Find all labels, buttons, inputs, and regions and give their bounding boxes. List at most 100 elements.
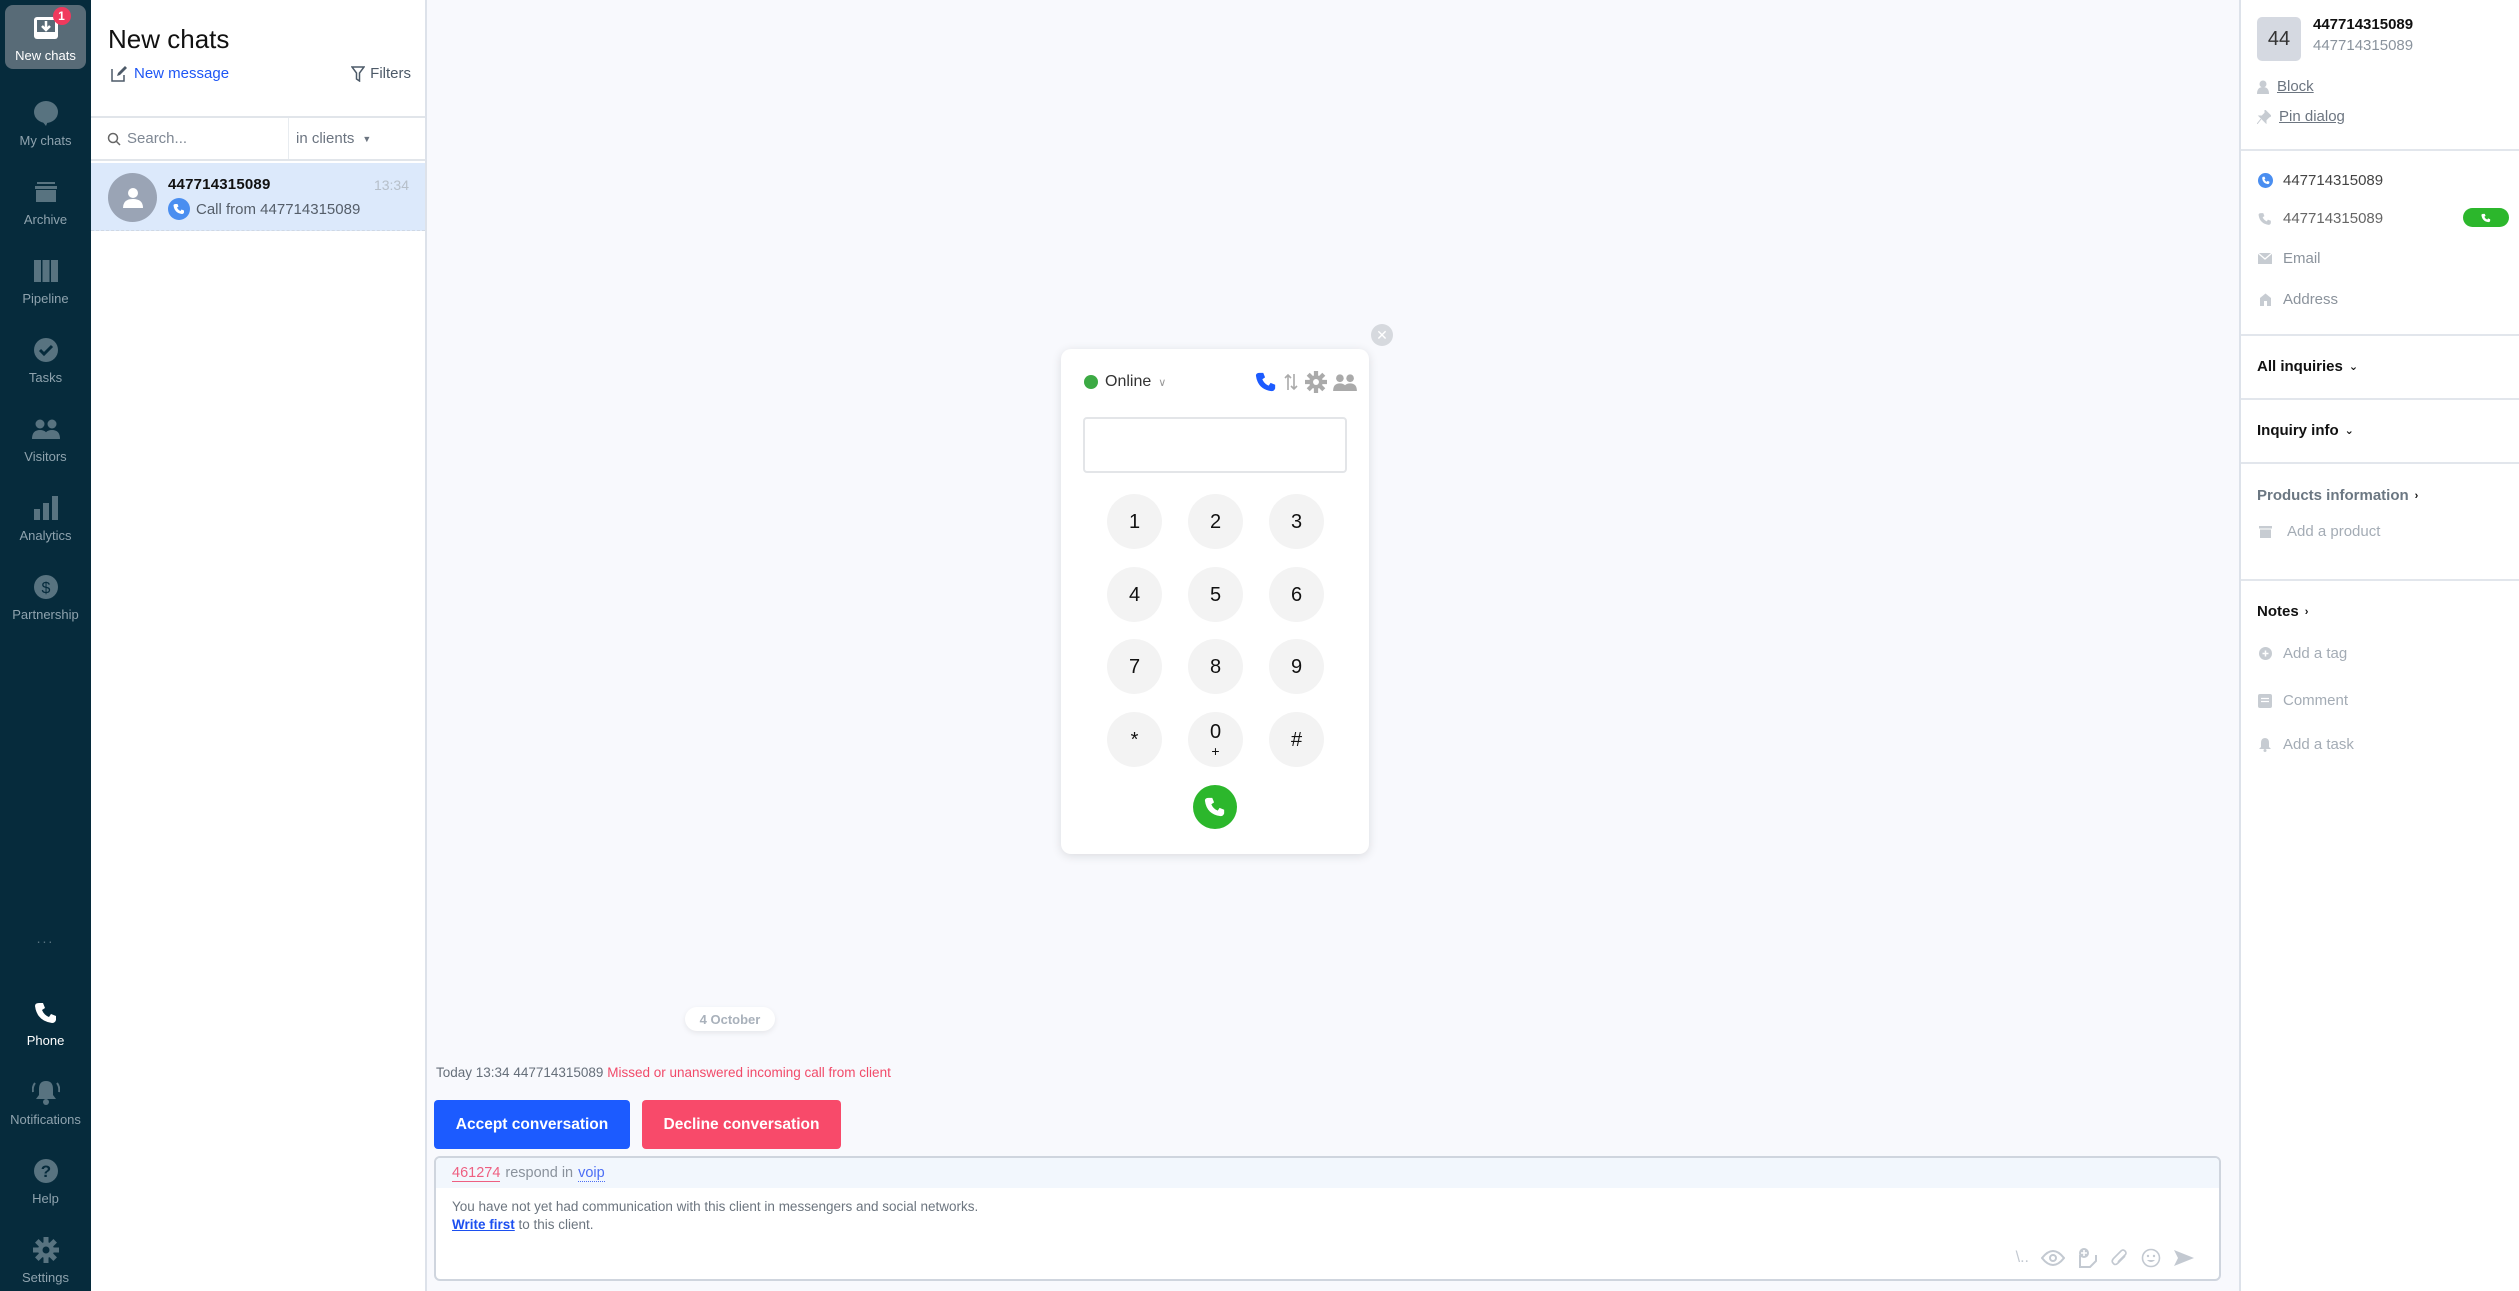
filter-icon	[351, 65, 366, 82]
keypad-key[interactable]: 6	[1269, 567, 1324, 622]
date-separator: 4 October	[685, 1007, 775, 1031]
nav-label: Archive	[23, 212, 68, 227]
keypad-key[interactable]: 5	[1188, 567, 1243, 622]
help-icon: ?	[31, 1156, 61, 1186]
add-tag-label: Add a tag	[2283, 645, 2348, 662]
quick-reply-icon[interactable]: \..	[2016, 1249, 2029, 1267]
nav-item-phone[interactable]: Phone	[5, 990, 86, 1054]
dial-number-input[interactable]	[1083, 417, 1347, 473]
contact-email[interactable]: Email	[2257, 250, 2507, 267]
key-digit: *	[1130, 728, 1139, 751]
divider	[2241, 149, 2519, 151]
dollar-icon: $	[31, 572, 61, 602]
bar-chart-icon	[31, 493, 61, 523]
phone-number: 447714315089	[2283, 210, 2384, 227]
nav-label: Partnership	[12, 607, 79, 622]
call-button[interactable]	[1193, 785, 1237, 829]
sticker-add-icon[interactable]	[2077, 1247, 2099, 1269]
filters-button[interactable]: Filters	[351, 65, 411, 82]
paperclip-icon[interactable]	[2111, 1248, 2129, 1268]
pin-dialog-link[interactable]: Pin dialog	[2257, 108, 2345, 125]
contact-address[interactable]: Address	[2257, 291, 2507, 308]
add-tag-button[interactable]: Add a tag	[2257, 645, 2347, 662]
more-nav-button[interactable]: ...	[0, 930, 91, 946]
inquiry-info-toggle[interactable]: Inquiry info ⌄	[2257, 422, 2354, 439]
call-event-message: Today 13:34 447714315089 Missed or unans…	[436, 1065, 891, 1080]
keypad-key[interactable]: *	[1107, 712, 1162, 767]
keypad-key[interactable]: 3	[1269, 494, 1324, 549]
call-client-button[interactable]	[2463, 208, 2509, 227]
dialer-phone-tab[interactable]	[1255, 371, 1277, 393]
all-inquiries-label: All inquiries	[2257, 358, 2343, 375]
nav-item-partnership[interactable]: $ Partnership	[5, 564, 86, 628]
products-information-toggle[interactable]: Products information ›	[2257, 487, 2418, 504]
dialer-contacts-button[interactable]	[1333, 373, 1357, 391]
search-input[interactable]	[127, 130, 277, 147]
transfer-button[interactable]	[1283, 372, 1299, 392]
add-task-button[interactable]: Add a task	[2257, 736, 2354, 753]
users-icon	[31, 414, 61, 444]
nav-item-analytics[interactable]: Analytics	[5, 485, 86, 549]
nav-item-visitors[interactable]: Visitors	[5, 406, 86, 470]
archive-icon	[31, 177, 61, 207]
nav-item-new-chats[interactable]: 1 New chats	[5, 5, 86, 69]
key-digit: #	[1290, 728, 1303, 751]
decline-conversation-button[interactable]: Decline conversation	[642, 1100, 841, 1149]
block-client-link[interactable]: Block	[2257, 78, 2314, 95]
comment-button[interactable]: Comment	[2257, 692, 2348, 709]
nav-item-help[interactable]: ? Help	[5, 1148, 86, 1212]
keypad-key[interactable]: 4	[1107, 567, 1162, 622]
send-icon[interactable]	[2173, 1249, 2195, 1267]
eye-icon[interactable]	[2041, 1250, 2065, 1266]
close-dialer-button[interactable]: ✕	[1371, 324, 1393, 346]
emoji-icon[interactable]	[2141, 1248, 2161, 1268]
notes-toggle[interactable]: Notes ›	[2257, 603, 2308, 620]
channel-selector[interactable]: voip	[578, 1165, 605, 1182]
keypad-key[interactable]: 8	[1188, 639, 1243, 694]
phone-dialer: Online ∨ 1 2 3 4 5 6 7 8 9 * 0 + #	[1061, 349, 1369, 854]
online-status-dot	[1084, 375, 1098, 389]
page-title: New chats	[108, 24, 230, 54]
nav-label: Visitors	[24, 449, 67, 464]
phone-icon	[1204, 797, 1225, 817]
divider	[2241, 398, 2519, 400]
keypad-key[interactable]: #	[1269, 712, 1324, 767]
nav-item-settings[interactable]: Settings	[5, 1227, 86, 1291]
write-first-link[interactable]: Write first	[452, 1217, 515, 1232]
contact-voip[interactable]: 447714315089	[2257, 172, 2507, 189]
divider	[2241, 579, 2519, 581]
add-product-label: Add a product	[2287, 523, 2381, 540]
new-message-button[interactable]: New message	[111, 65, 229, 82]
event-from: 447714315089	[513, 1065, 604, 1080]
voip-icon	[2257, 173, 2273, 188]
svg-text:?: ?	[40, 1162, 50, 1181]
keypad-key[interactable]: 7	[1107, 639, 1162, 694]
keypad-key[interactable]: 1	[1107, 494, 1162, 549]
add-product-button[interactable]: Add a product	[2257, 523, 2380, 540]
search-scope-dropdown[interactable]: in clients ▼	[289, 130, 371, 147]
caret-down-icon: ▼	[362, 133, 372, 144]
gear-icon	[31, 1235, 61, 1265]
nav-item-tasks[interactable]: Tasks	[5, 327, 86, 391]
nav-item-my-chats[interactable]: My chats	[5, 90, 86, 154]
comment-icon	[2257, 693, 2273, 708]
status-dropdown[interactable]: Online ∨	[1084, 373, 1166, 391]
nav-item-notifications[interactable]: Notifications	[5, 1069, 86, 1133]
agent-id-link[interactable]: 461274	[452, 1165, 501, 1182]
nav-item-pipeline[interactable]: Pipeline	[5, 248, 86, 312]
key-digit: 6	[1290, 583, 1303, 606]
nav-item-archive[interactable]: Archive	[5, 169, 86, 233]
keypad-key[interactable]: 2	[1188, 494, 1243, 549]
dialer-settings-button[interactable]	[1305, 371, 1327, 393]
all-inquiries-toggle[interactable]: All inquiries ⌄	[2257, 358, 2358, 375]
chat-list-item[interactable]: 447714315089 13:34 Call from 44771431508…	[91, 163, 425, 231]
chevron-down-icon: ∨	[1158, 376, 1167, 389]
filters-label: Filters	[370, 65, 411, 82]
keypad-key[interactable]: 9	[1269, 639, 1324, 694]
compose-icon	[111, 65, 127, 82]
status-value: Online	[1105, 373, 1152, 390]
accept-conversation-button[interactable]: Accept conversation	[434, 1100, 630, 1149]
mail-icon	[2257, 253, 2273, 264]
keypad-key[interactable]: 0 +	[1188, 712, 1243, 767]
main-nav: 1 New chats My chats Archive Pipeline Ta…	[0, 0, 91, 1291]
